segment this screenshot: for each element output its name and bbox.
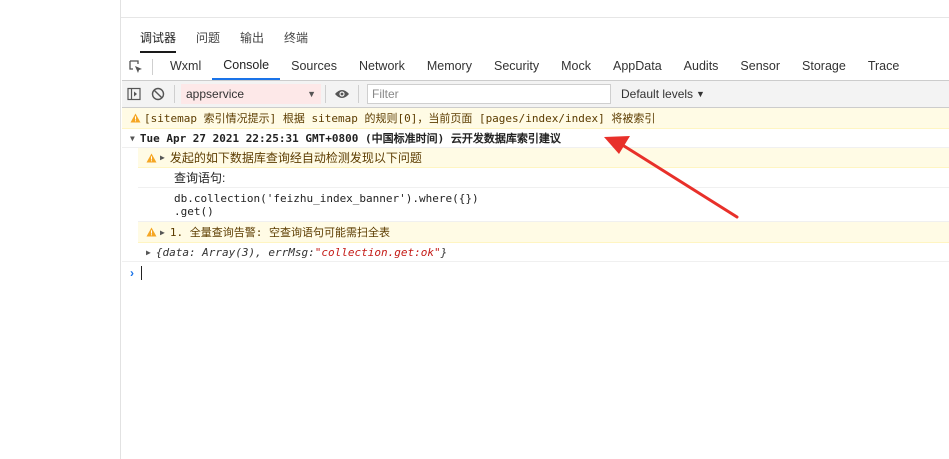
sidebar-toggle-icon [127, 87, 141, 101]
tab-memory[interactable]: Memory [416, 53, 483, 80]
dropdown-arrow-icon: ▼ [696, 89, 705, 99]
tab-network[interactable]: Network [348, 53, 416, 80]
prompt-chevron-icon: › [130, 266, 134, 280]
tab-sensor[interactable]: Sensor [729, 53, 791, 80]
expand-triangle-icon[interactable]: ▶ [146, 248, 151, 257]
warning-icon [126, 113, 144, 123]
query-label-row: 查询语句: [138, 168, 949, 188]
tab-terminal[interactable]: 终端 [284, 29, 308, 53]
text-cursor [141, 266, 142, 280]
devtools-tab-bar: Wxml Console Sources Network Memory Secu… [122, 53, 949, 81]
console-prompt[interactable]: › [122, 262, 949, 284]
filter-input[interactable] [367, 84, 611, 104]
context-selector[interactable]: appservice ▼ [181, 84, 321, 104]
console-group-body: ▶ 发起的如下数据库查询经自动检测发现以下问题 查询语句: db.collect… [138, 148, 949, 243]
code-line-2: .get() [174, 205, 214, 218]
db-issue-text: 发起的如下数据库查询经自动检测发现以下问题 [169, 151, 422, 165]
sitemap-warning-text: [sitemap 索引情况提示] 根据 sitemap 的规则[0]，当前页面 … [144, 112, 656, 125]
tab-appdata[interactable]: AppData [602, 53, 673, 80]
console-group-header[interactable]: ▼ Tue Apr 27 2021 22:25:31 GMT+0800 (中国标… [122, 129, 949, 148]
warning-icon [142, 153, 160, 163]
toolbar-divider [358, 85, 359, 103]
inspect-element-button[interactable] [122, 53, 150, 80]
sitemap-warning-message[interactable]: [sitemap 索引情况提示] 根据 sitemap 的规则[0]，当前页面 … [122, 108, 949, 129]
group-title: Tue Apr 27 2021 22:25:31 GMT+0800 (中国标准时… [139, 132, 561, 145]
warning-icon [142, 227, 160, 237]
db-issue-warning[interactable]: ▶ 发起的如下数据库查询经自动检测发现以下问题 [138, 148, 949, 168]
tab-wxml[interactable]: Wxml [159, 53, 212, 80]
clear-console-button[interactable] [146, 81, 170, 107]
toolbar-divider [174, 85, 175, 103]
clear-console-icon [151, 87, 165, 101]
query-code-block: db.collection('feizhu_index_banner').whe… [138, 188, 949, 222]
tab-output[interactable]: 输出 [240, 29, 264, 53]
tab-trace[interactable]: Trace [857, 53, 911, 80]
console-output: [sitemap 索引情况提示] 根据 sitemap 的规则[0]，当前页面 … [122, 108, 949, 284]
top-strip [121, 0, 949, 18]
console-toolbar: appservice ▼ Default levels ▼ [122, 81, 949, 108]
tab-divider [152, 58, 153, 75]
tab-audits[interactable]: Audits [673, 53, 730, 80]
toolbar-divider [325, 85, 326, 103]
result-object-suffix: } [440, 245, 448, 259]
devtools-panel: 调试器 问题 输出 终端 Wxml Console Sources Networ… [122, 19, 949, 459]
tab-storage[interactable]: Storage [791, 53, 857, 80]
result-object-string: "collection.get:ok" [314, 245, 441, 259]
query-label: 查询语句: [174, 171, 226, 185]
tab-security[interactable]: Security [483, 53, 550, 80]
live-expression-button[interactable] [330, 81, 354, 107]
log-levels-dropdown[interactable]: Default levels ▼ [621, 87, 705, 101]
expand-triangle-icon[interactable]: ▶ [160, 153, 165, 162]
full-scan-warning[interactable]: ▶ 1. 全量查询告警: 空查询语句可能需扫全表 [138, 222, 949, 243]
tab-mock[interactable]: Mock [550, 53, 602, 80]
expand-triangle-icon[interactable]: ▶ [160, 228, 165, 237]
toggle-sidebar-button[interactable] [122, 81, 146, 107]
tab-sources[interactable]: Sources [280, 53, 348, 80]
dropdown-arrow-icon: ▼ [307, 89, 316, 99]
result-object-row[interactable]: ▶ {data: Array(3), errMsg: "collection.g… [122, 243, 949, 262]
top-tab-bar: 调试器 问题 输出 终端 [122, 19, 949, 53]
tab-debugger[interactable]: 调试器 [140, 29, 177, 53]
result-object-prefix: {data: Array(3), errMsg: [155, 245, 315, 259]
code-line-1: db.collection('feizhu_index_banner').whe… [174, 192, 479, 205]
context-selector-value: appservice [186, 87, 245, 101]
tab-problems[interactable]: 问题 [196, 29, 220, 53]
eye-icon [335, 90, 349, 98]
full-scan-text: 1. 全量查询告警: 空查询语句可能需扫全表 [169, 226, 390, 239]
tab-console[interactable]: Console [212, 53, 281, 80]
inspect-icon [129, 59, 142, 73]
log-levels-label: Default levels [621, 87, 694, 101]
left-gutter [0, 0, 121, 459]
collapse-triangle-icon[interactable]: ▼ [130, 134, 135, 143]
